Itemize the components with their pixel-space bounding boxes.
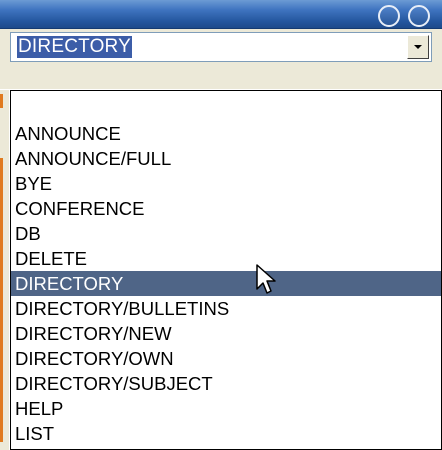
list-item[interactable]: CONFERENCE — [11, 196, 441, 221]
list-item[interactable]: DIRECTORY/SUBJECT — [11, 371, 441, 396]
list-item[interactable]: DELETE — [11, 246, 441, 271]
command-combobox[interactable]: DIRECTORY — [10, 32, 432, 62]
list-item[interactable] — [11, 96, 441, 121]
list-item[interactable]: DB — [11, 221, 441, 246]
command-dropdown-list[interactable]: ANNOUNCE ANNOUNCE/FULL BYE CONFERENCE DB… — [10, 90, 442, 450]
list-item[interactable]: DIRECTORY/NEW — [11, 321, 441, 346]
list-item[interactable]: HELP — [11, 396, 441, 421]
left-edge — [0, 90, 9, 450]
list-item-selected[interactable]: DIRECTORY — [11, 271, 441, 296]
ring-icon[interactable] — [408, 5, 430, 27]
list-item[interactable]: ANNOUNCE — [11, 121, 441, 146]
list-item[interactable]: DIRECTORY/OWN — [11, 346, 441, 371]
title-bar[interactable] — [0, 0, 442, 29]
dropdown-arrow-button[interactable] — [407, 35, 429, 59]
list-item[interactable]: ANNOUNCE/FULL — [11, 146, 441, 171]
list-item[interactable]: LIST — [11, 421, 441, 446]
list-item[interactable]: BYE — [11, 171, 441, 196]
edge-marker — [0, 94, 3, 108]
ring-icon[interactable] — [378, 5, 400, 27]
arrow-cursor-icon — [256, 264, 276, 294]
list-item[interactable]: DIRECTORY/BULLETINS — [11, 296, 441, 321]
combobox-value: DIRECTORY — [17, 36, 133, 58]
edge-marker — [0, 158, 3, 442]
